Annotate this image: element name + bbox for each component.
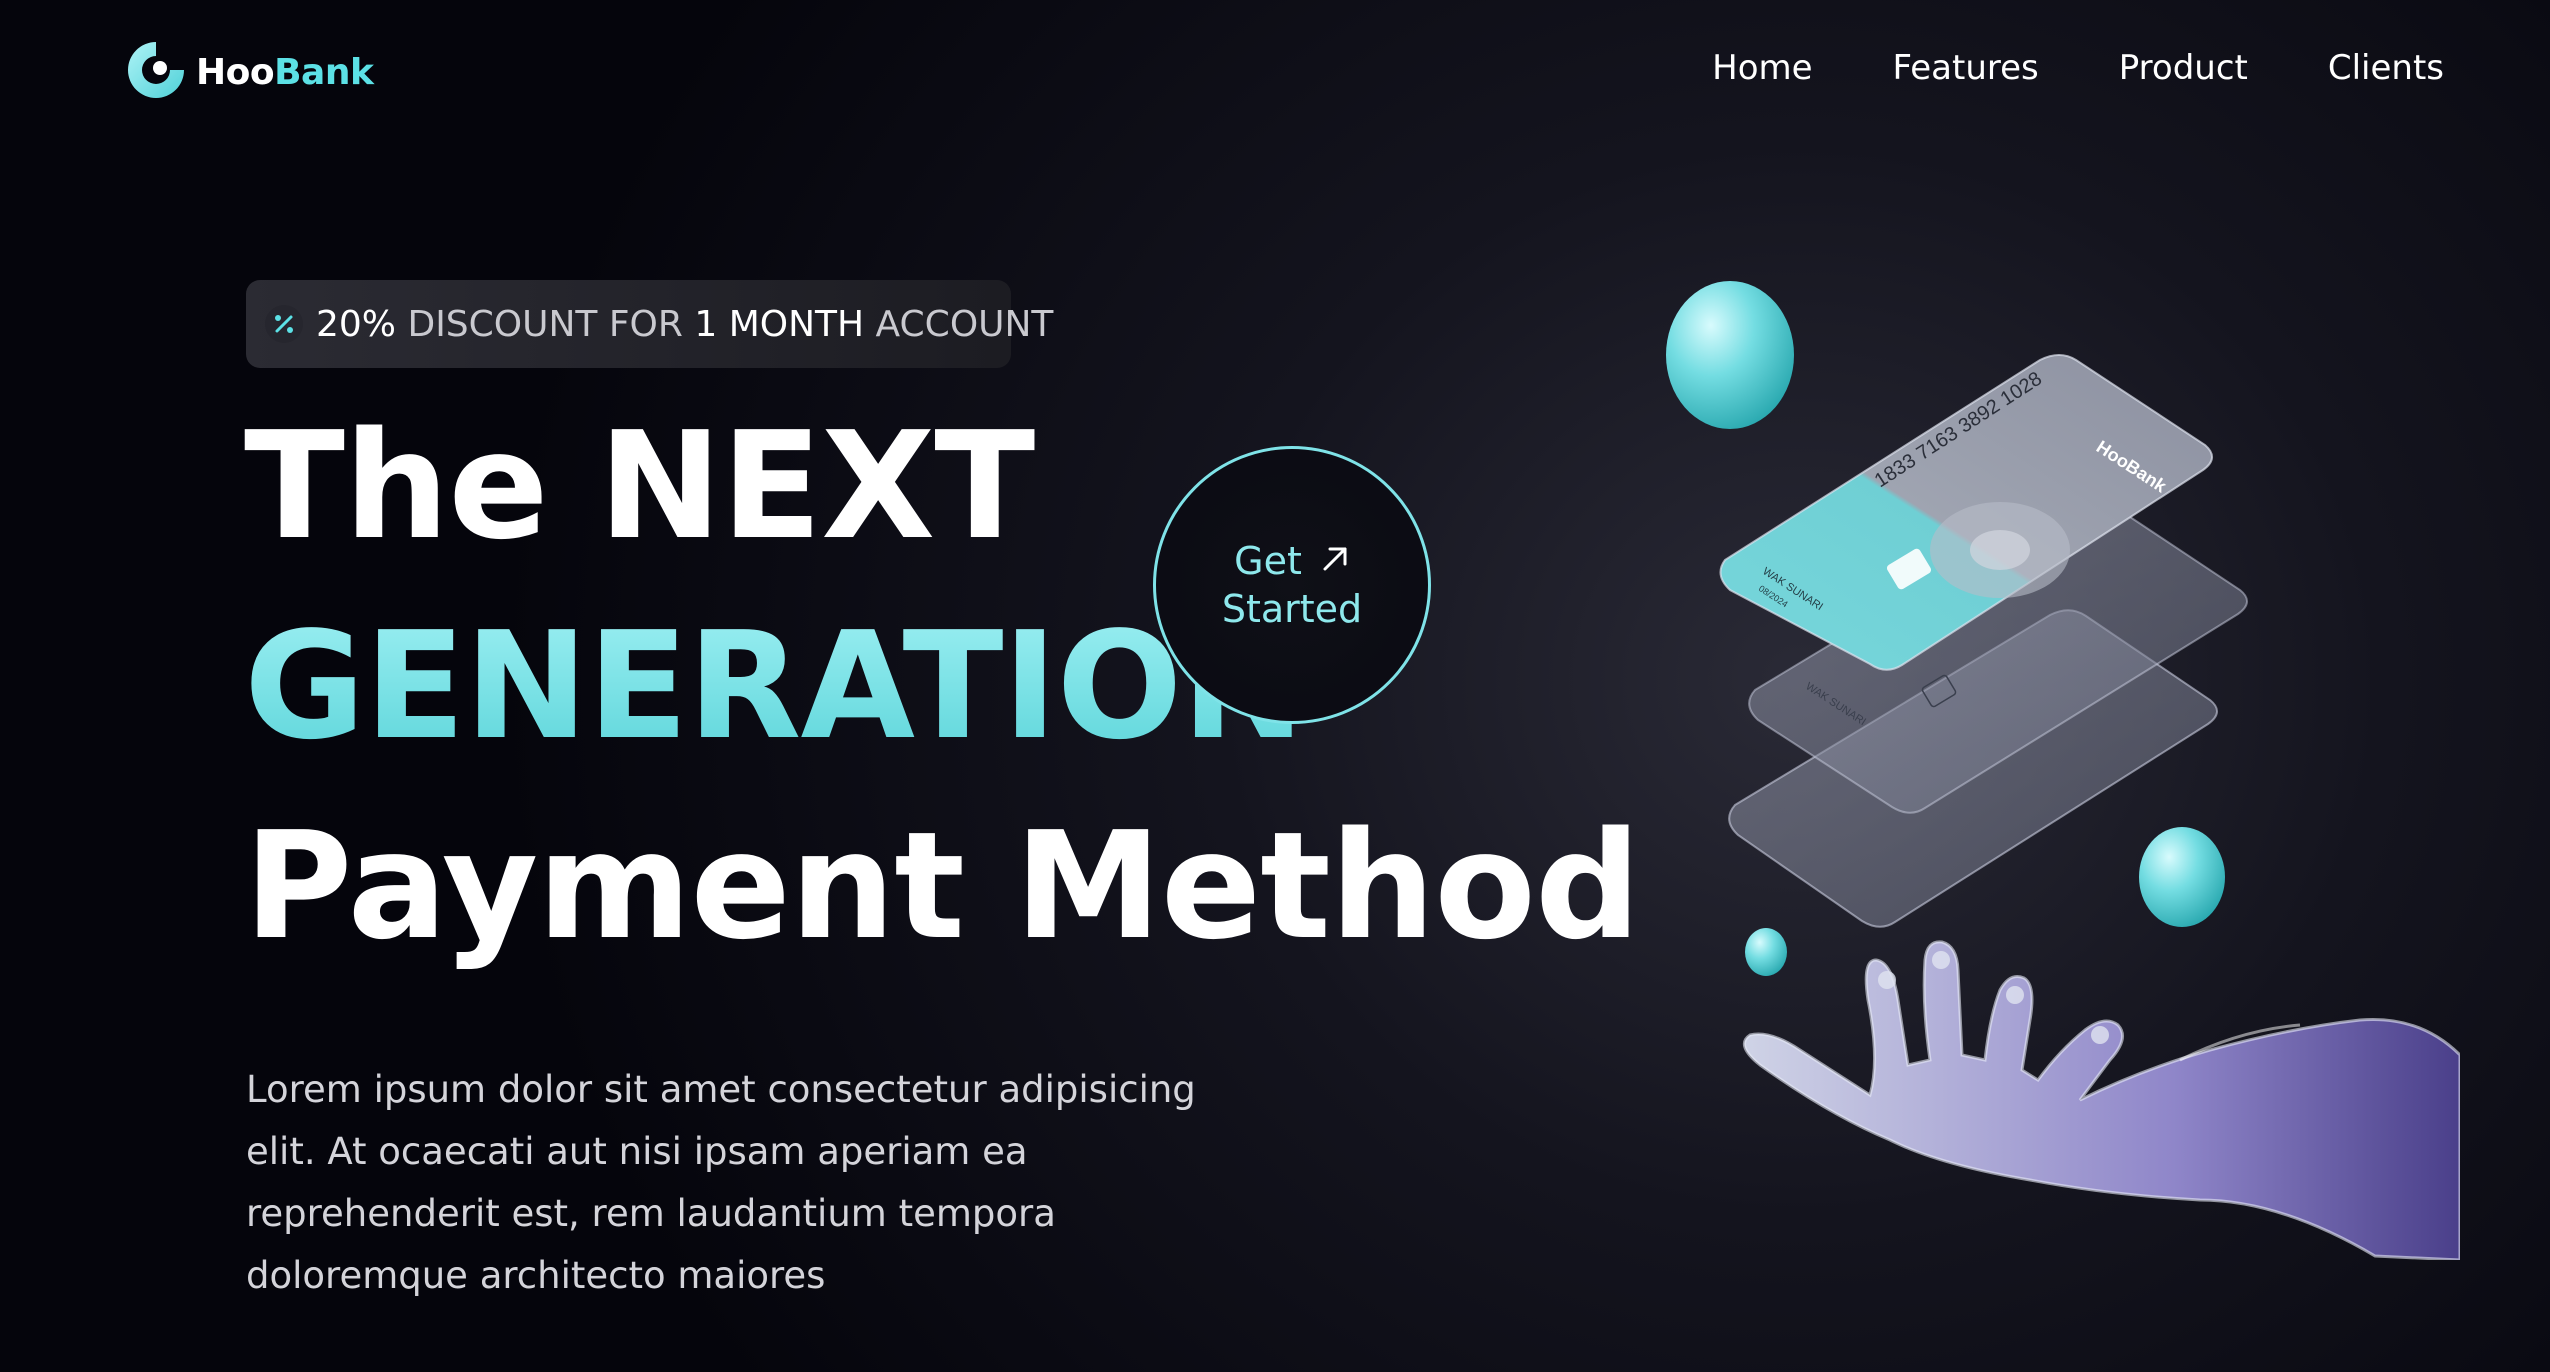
hero-illustration: WAK SUNARI 1833 7163 3892 1028 HooBank W… [1640,260,2462,1262]
badge-text-1: DISCOUNT FOR [407,303,683,345]
nav-link-product[interactable]: Product [2119,48,2248,88]
hoobank-logo-icon [124,38,188,106]
badge-text-2: ACCOUNT [875,303,1054,345]
arrow-up-right-icon [1320,537,1350,585]
logo-text-hoo: Hoo [196,51,275,93]
nav-link-features[interactable]: Features [1893,48,2039,88]
badge-percent: 20% [316,303,397,345]
discount-badge: 20% DISCOUNT FOR 1 MONTH ACCOUNT [246,280,1053,368]
robot-hand [1742,940,2462,1262]
nav-link-clients[interactable]: Clients [2328,48,2444,88]
headline-line-1: The NEXT [244,400,1035,572]
logo-text: HooBank [196,51,374,93]
get-started-label-2: Started [1221,587,1363,631]
headline-line-3: Payment Method [244,800,1641,972]
logo-text-bank: Bank [274,51,374,93]
get-started-button[interactable]: Get Started [1153,446,1431,724]
logo[interactable]: HooBank [124,38,374,106]
headline-line-2: GENERATION [244,600,1305,772]
hero-description: Lorem ipsum dolor sit amet consectetur a… [246,1068,1196,1297]
sphere-small [1745,928,1787,976]
nav-link-home[interactable]: Home [1712,48,1812,88]
get-started-label-1: Get [1234,539,1302,583]
discount-percent-icon [264,302,304,346]
sphere-right [2139,827,2225,927]
sphere-top [1666,281,1794,429]
main-nav: Home Features Product Clients [1712,48,2444,88]
badge-highlight: 1 MONTH [694,303,865,345]
